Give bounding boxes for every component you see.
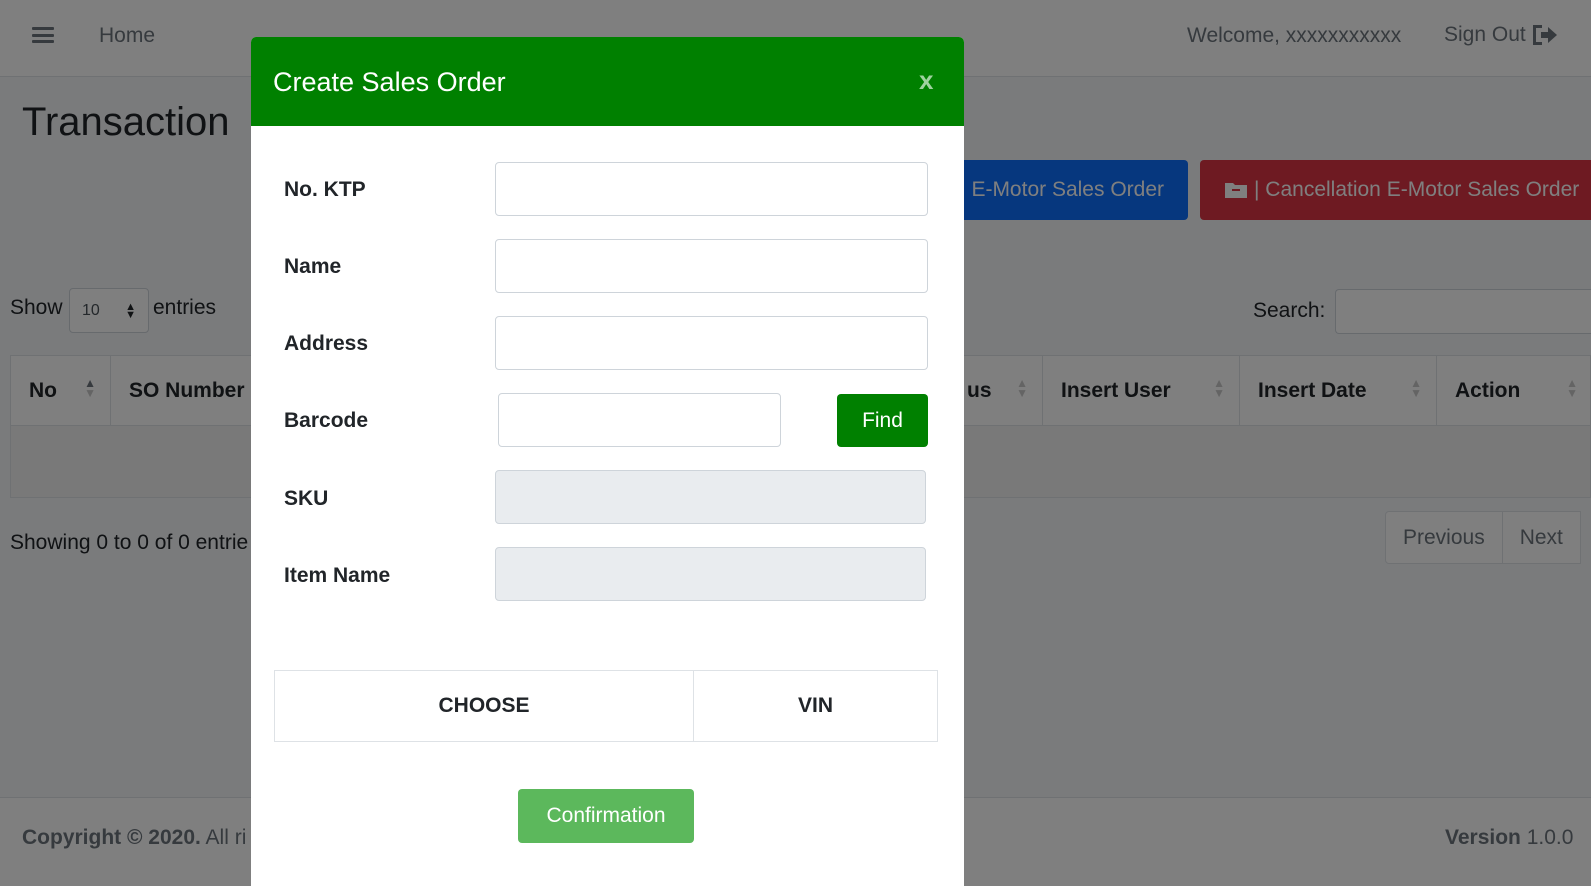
- address-label: Address: [284, 332, 369, 355]
- choose-column-header: CHOOSE: [275, 671, 694, 741]
- ktp-input[interactable]: [495, 162, 928, 216]
- modal-header: Create Sales Order x: [251, 37, 964, 126]
- create-sales-order-modal: Create Sales Order x No. KTP Name Addres…: [251, 37, 964, 886]
- address-input[interactable]: [495, 316, 928, 370]
- item-name-label: Item Name: [284, 564, 391, 587]
- vin-column-header: VIN: [797, 694, 833, 717]
- item-name-field: [495, 547, 926, 601]
- barcode-label: Barcode: [284, 409, 369, 432]
- sku-field: [495, 470, 926, 524]
- choose-vin-table: CHOOSE VIN: [274, 670, 938, 742]
- ktp-label: No. KTP: [284, 178, 366, 201]
- modal-title: Create Sales Order: [273, 67, 506, 97]
- name-label: Name: [284, 255, 342, 278]
- find-button[interactable]: Find: [837, 394, 928, 447]
- name-input[interactable]: [495, 239, 928, 293]
- close-icon[interactable]: x: [919, 65, 933, 96]
- barcode-input[interactable]: [498, 393, 781, 447]
- sku-label: SKU: [284, 487, 329, 510]
- confirmation-button[interactable]: Confirmation: [518, 789, 694, 843]
